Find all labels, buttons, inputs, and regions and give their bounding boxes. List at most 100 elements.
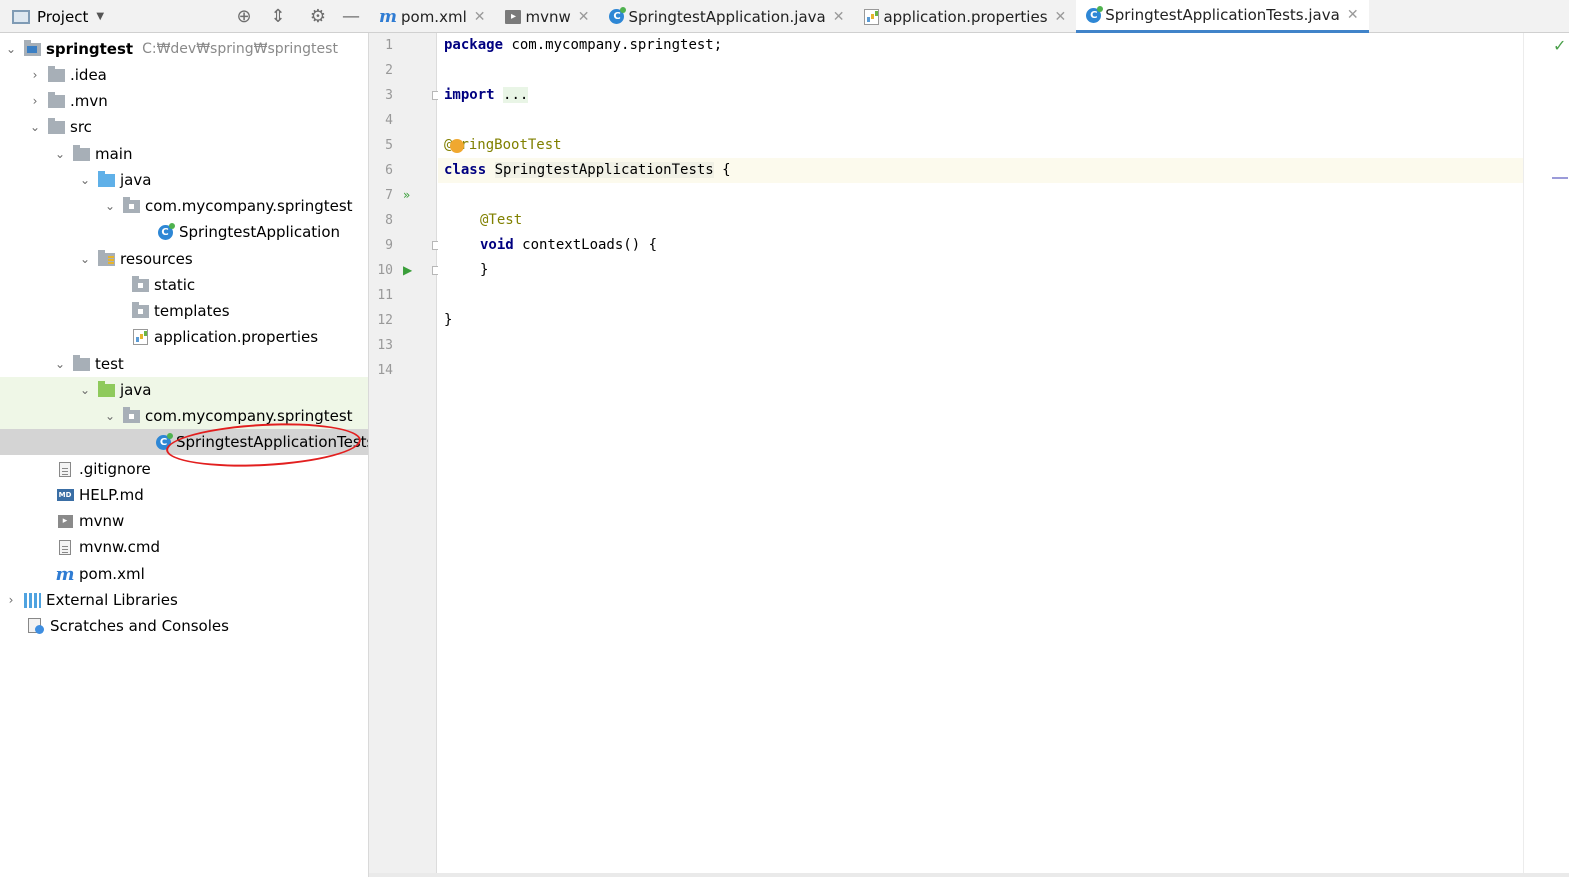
code-line: void contextLoads() { [480,233,657,258]
collapsed-imports[interactable]: ... [503,87,529,103]
close-icon[interactable]: ✕ [474,9,486,25]
chevron-right-icon[interactable]: › [27,68,43,82]
line-number: 11 [377,288,393,303]
chevron-down-icon[interactable]: ⌄ [77,252,93,266]
tab-springtest-application[interactable]: C SpringtestApplication.java ✕ [599,0,854,33]
tree-item-label: java [120,381,152,399]
tree-item-pom[interactable]: m pom.xml [0,561,368,587]
run-tests-icon[interactable]: » [403,183,410,208]
tab-label: application.properties [883,7,1048,26]
folder-icon [47,65,65,83]
tab-springtest-application-tests[interactable]: C SpringtestApplicationTests.java ✕ [1076,0,1369,33]
shell-script-icon: ▸ [505,9,522,24]
scratches-icon [27,618,45,634]
tree-item-scratches[interactable]: Scratches and Consoles [0,613,368,639]
tab-mvnw[interactable]: ▸ mvnw ✕ [495,0,599,33]
tree-item-label: Scratches and Consoles [50,617,229,635]
tree-item-main-java[interactable]: ⌄ java [0,167,368,193]
tree-item-resources[interactable]: ⌄ resources [0,246,368,272]
tree-item-templates[interactable]: templates [0,298,368,324]
tree-item-main-class[interactable]: C SpringtestApplication [0,219,368,245]
project-path: C:₩dev₩spring₩springtest [142,41,338,57]
tree-item-src[interactable]: ⌄ src [0,114,368,140]
run-test-icon[interactable]: ▶ [403,258,412,283]
java-class-icon: C [156,222,175,240]
close-icon[interactable]: ✕ [578,9,590,25]
tree-item-label: springtest [46,40,134,58]
line-number: 9 [385,238,393,253]
code-line: class SpringtestApplicationTests { [444,158,731,183]
tree-item-label: mvnw [79,512,125,530]
test-source-folder-icon [97,380,115,398]
folder-icon [72,144,90,162]
maven-icon: m [379,6,397,27]
chevron-right-icon[interactable]: › [27,94,43,108]
tree-item-label: .idea [70,66,107,84]
chevron-down-icon[interactable]: ⌄ [77,383,93,397]
code-editor[interactable]: package com.mycompany.springtest; import… [438,33,1569,877]
scroll-position-marker [1552,177,1568,179]
line-number: 13 [377,338,393,353]
libraries-icon [23,592,41,608]
tree-item-main[interactable]: ⌄ main [0,141,368,167]
error-stripe[interactable]: ✓ [1523,33,1569,877]
chevron-down-icon[interactable]: ▼ [96,11,104,22]
bottom-edge [369,873,1569,877]
tree-item-label: static [154,276,196,294]
tree-item-main-package[interactable]: ⌄ com.mycompany.springtest [0,193,368,219]
tree-item-label: .gitignore [79,460,151,478]
tree-item-idea[interactable]: › .idea [0,62,368,88]
test-annotation: @Test [480,212,523,228]
tree-item-mvnw[interactable]: ▸ mvnw [0,508,368,534]
line-number: 1 [385,38,393,53]
locate-file-icon[interactable]: ⊕ [233,5,255,27]
line-number: 8 [385,213,393,228]
properties-file-icon [131,329,149,345]
collapse-all-icon[interactable]: ⇕ [267,5,289,27]
chevron-down-icon[interactable]: ⌄ [52,357,68,371]
close-icon[interactable]: ✕ [833,9,845,25]
tree-item-label: test [95,355,124,373]
close-icon[interactable]: ✕ [1055,9,1067,25]
chevron-down-icon[interactable]: ⌄ [102,199,118,213]
chevron-down-icon[interactable]: ⌄ [102,409,118,423]
java-class-icon: C [1086,5,1104,23]
intention-bulb-icon[interactable] [450,139,464,153]
project-window-icon [12,9,30,24]
tree-item-application-properties[interactable]: application.properties [0,324,368,350]
class-close-brace: } [444,312,453,328]
tree-item-help-md[interactable]: MD HELP.md [0,482,368,508]
tree-item-static[interactable]: static [0,272,368,298]
chevron-down-icon[interactable]: ⌄ [52,147,68,161]
folder-icon [47,117,65,135]
tree-item-label: HELP.md [79,486,144,504]
tab-pom-xml[interactable]: m pom.xml ✕ [369,0,495,33]
folder-icon [131,301,149,319]
chevron-down-icon[interactable]: ⌄ [27,120,43,134]
code-line: } [444,308,452,333]
hide-panel-icon[interactable]: — [340,5,362,27]
keyword: void [480,237,514,253]
tree-item-mvn[interactable]: › .mvn [0,88,368,114]
tree-item-label: templates [154,302,230,320]
tree-item-external-libraries[interactable]: › External Libraries [0,587,368,613]
gear-icon[interactable]: ⚙ [307,5,329,27]
tab-application-properties[interactable]: application.properties ✕ [854,0,1076,33]
java-class-icon: C [609,7,627,24]
tree-item-label: main [95,145,133,163]
class-name: SpringtestApplicationTests [494,162,714,178]
package-name: com.mycompany.springtest; [503,37,723,53]
close-icon[interactable]: ✕ [1347,7,1359,23]
tree-item-label: .mvn [70,92,108,110]
tree-item-mvnw-cmd[interactable]: mvnw.cmd [0,534,368,560]
project-view-header[interactable]: Project ▼ ⊕ ⇕ ⚙ — [0,0,369,33]
tree-item-label: External Libraries [46,591,178,609]
tree-item-root[interactable]: ⌄ springtest C:₩dev₩spring₩springtest [0,36,368,62]
tree-item-test[interactable]: ⌄ test [0,351,368,377]
check-icon: ✓ [1553,36,1567,55]
folder-icon [72,354,90,372]
chevron-down-icon[interactable]: ⌄ [3,42,19,56]
tree-item-test-java[interactable]: ⌄ java [0,377,368,403]
chevron-down-icon[interactable]: ⌄ [77,173,93,187]
chevron-right-icon[interactable]: › [3,593,19,607]
